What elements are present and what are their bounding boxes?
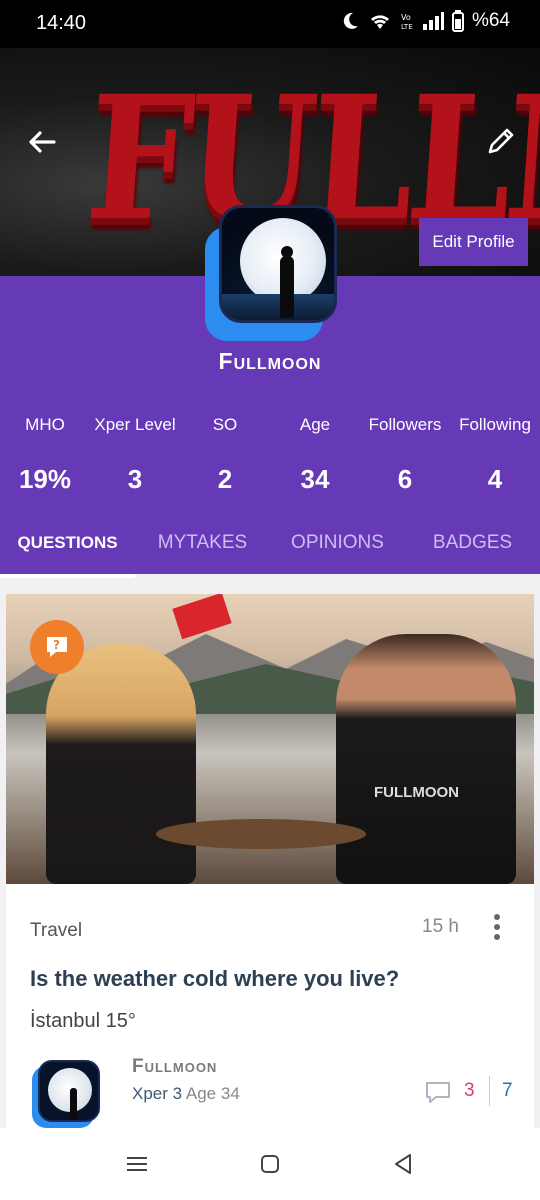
stat-followers[interactable]: Followers 6: [360, 412, 450, 495]
svg-text:Vo: Vo: [401, 13, 411, 22]
stat-value: 4: [487, 464, 503, 494]
question-title[interactable]: Is the weather cold where you live?: [30, 966, 399, 992]
stat-label: SO: [212, 415, 238, 434]
tab-questions[interactable]: QUESTIONS: [0, 512, 135, 578]
stat-label: Xper Level: [94, 415, 176, 434]
woman-figure: [46, 644, 196, 884]
stat-value: 2: [217, 464, 233, 494]
stats-divider: [489, 1076, 490, 1106]
profile-stats: MHO 19% Xper Level 3 SO 2 Age 34 Followe…: [0, 412, 540, 495]
stat-label: Following: [459, 415, 531, 434]
tab-opinions[interactable]: OPINIONS: [270, 512, 405, 574]
tab-mytakes[interactable]: MYTAKES: [135, 512, 270, 574]
status-icons: Vo LTE %64: [340, 10, 510, 32]
stat-label: Age: [299, 415, 331, 434]
wifi-icon: [370, 15, 389, 29]
stat-following[interactable]: Following 4: [450, 412, 540, 495]
question-category[interactable]: Travel: [30, 920, 82, 942]
back-arrow-icon[interactable]: [24, 124, 60, 160]
author-xper: Xper 3: [132, 1084, 183, 1103]
author-meta: Xper 3 Age 34: [132, 1084, 240, 1104]
system-nav-bar: [0, 1128, 540, 1200]
more-options-icon[interactable]: [490, 912, 504, 942]
author-age: Age 34: [185, 1084, 240, 1103]
stat-value: 3: [127, 464, 143, 494]
stat-value: 19%: [18, 464, 72, 494]
stat-xper-level: Xper Level 3: [90, 412, 180, 495]
question-type-badge: ?: [30, 620, 84, 674]
profile-avatar[interactable]: [205, 205, 337, 341]
stat-mho: MHO 19%: [0, 412, 90, 495]
battery-icon: [451, 10, 464, 32]
stat-label: Followers: [368, 415, 442, 434]
question-time: 15 h: [422, 916, 459, 937]
status-bar: 14:40 Vo LTE %64: [0, 0, 540, 48]
status-time: 14:40: [36, 12, 87, 34]
question-image[interactable]: FULLMOON ?: [6, 594, 534, 884]
recents-icon: [126, 1157, 147, 1171]
shirt-text: FULLMOON: [374, 784, 459, 801]
stat-age: Age 34: [270, 412, 360, 495]
author-avatar[interactable]: [32, 1060, 102, 1128]
author-name[interactable]: Fullmoon: [132, 1056, 217, 1078]
edit-profile-button[interactable]: Edit Profile: [419, 218, 528, 266]
home-icon: [260, 1155, 279, 1173]
comment-count[interactable]: 3: [464, 1080, 475, 1102]
table-graphic: [156, 819, 366, 849]
back-triangle-icon: [395, 1154, 412, 1174]
moon-icon: [343, 12, 358, 29]
question-card[interactable]: FULLMOON ? Travel 15 h Is the weather co…: [6, 594, 534, 1134]
stat-value: 6: [397, 464, 413, 494]
battery-percent: %64: [471, 10, 510, 31]
stat-so: SO 2: [180, 412, 270, 495]
profile-name: Fullmoon: [218, 348, 322, 374]
signal-icon: [422, 12, 444, 30]
comment-icon[interactable]: [424, 1080, 452, 1106]
stat-label: MHO: [25, 415, 65, 434]
volte-icon: Vo LTE: [401, 13, 413, 31]
profile-tabs: QUESTIONS MYTAKES OPINIONS BADGES: [0, 512, 540, 578]
stat-value: 34: [300, 464, 330, 494]
svg-text:LTE: LTE: [401, 23, 413, 31]
tab-badges[interactable]: BADGES: [405, 512, 540, 574]
pencil-icon[interactable]: [484, 124, 518, 158]
question-icon: ?: [47, 637, 67, 657]
svg-text:?: ?: [53, 638, 60, 652]
recents-button[interactable]: [117, 1144, 157, 1184]
man-figure: [336, 634, 516, 884]
home-button[interactable]: [250, 1144, 290, 1184]
avatar-image: [219, 205, 337, 323]
opinion-count[interactable]: 7: [502, 1080, 513, 1102]
back-button[interactable]: [383, 1144, 423, 1184]
question-description: İstanbul 15°: [30, 1010, 136, 1032]
